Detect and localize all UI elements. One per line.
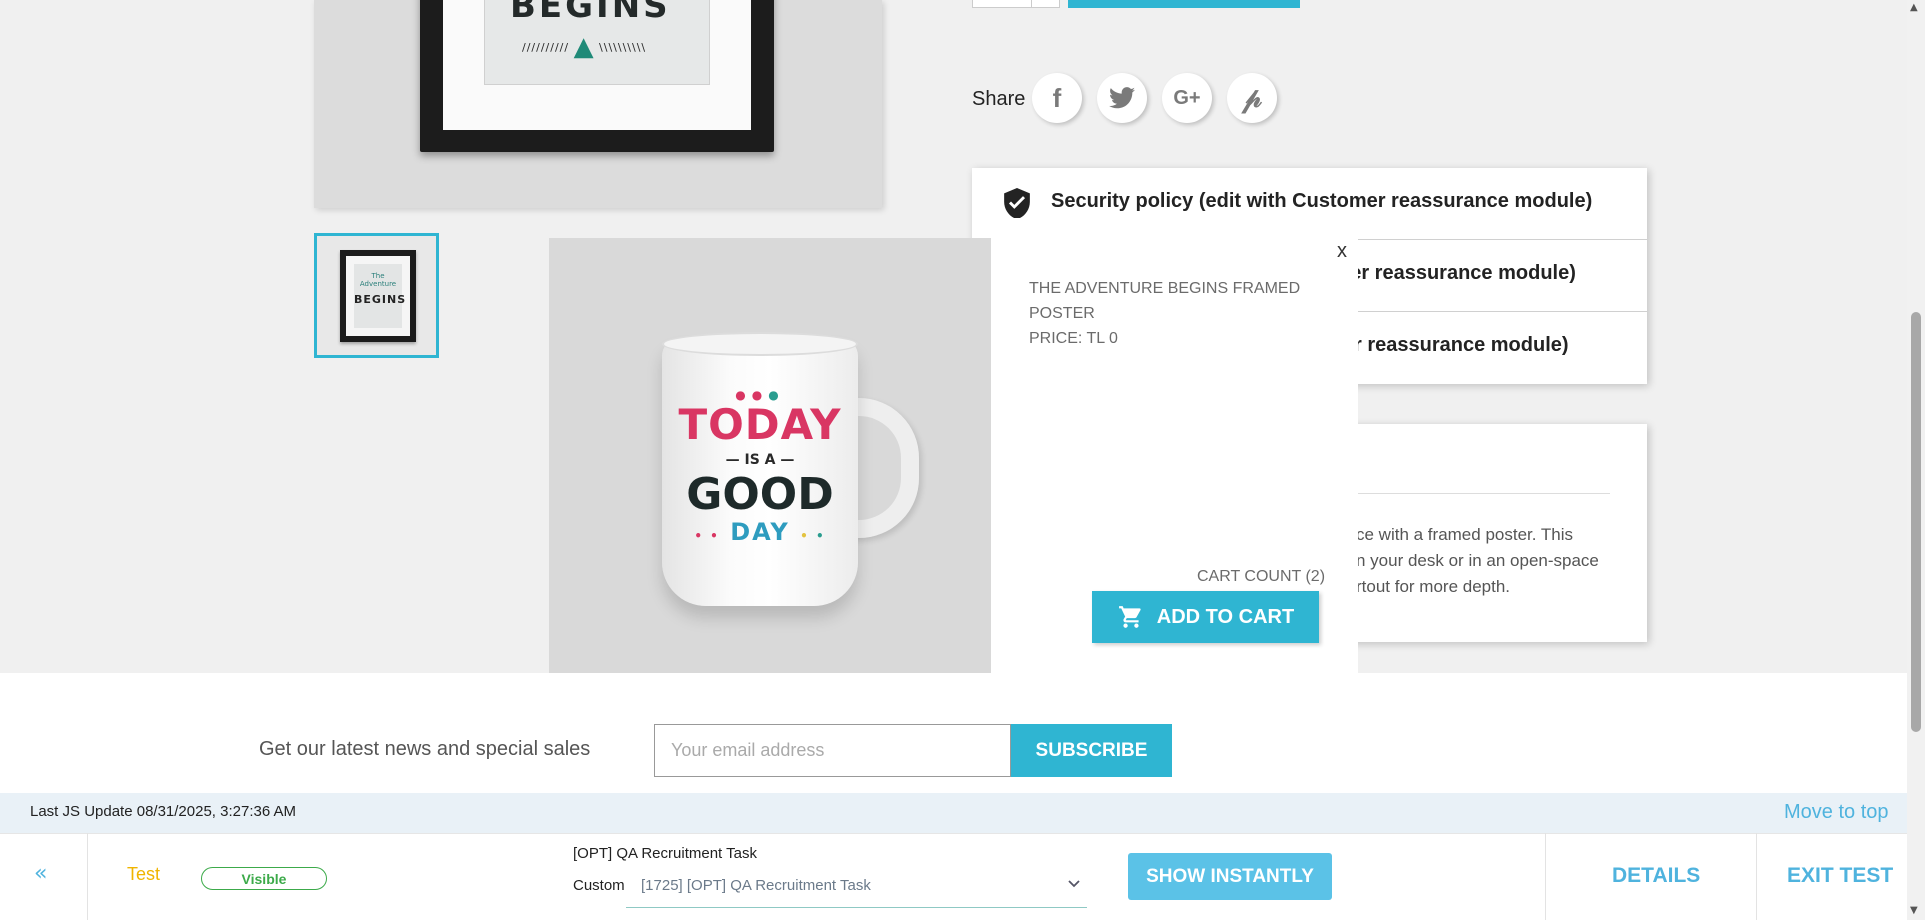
- exit-test-button[interactable]: EXIT TEST: [1787, 864, 1893, 888]
- modal-product-info: THE ADVENTURE BEGINS FRAMED POSTER PRICE…: [1029, 276, 1329, 351]
- google-plus-share-button[interactable]: G+: [1162, 73, 1212, 123]
- description-divider: [1355, 493, 1610, 494]
- panel-divider: [1756, 833, 1757, 920]
- pinterest-icon: 𝓅: [1242, 81, 1262, 114]
- pinterest-share-button[interactable]: 𝓅: [1227, 73, 1277, 123]
- visible-status-badge: Visible: [201, 867, 327, 890]
- last-js-update: Last JS Update 08/31/2025, 3:27:36 AM: [30, 803, 297, 820]
- modal-add-to-cart-button[interactable]: ADD TO CART: [1092, 591, 1319, 643]
- add-to-cart-button-main[interactable]: [1068, 0, 1300, 8]
- custom-label: Custom: [573, 877, 625, 894]
- subscribe-button[interactable]: SUBSCRIBE: [1011, 724, 1172, 777]
- twitter-icon: [1109, 87, 1135, 109]
- thumbnail-big-text: BEGINS: [354, 292, 407, 306]
- modal-product-image: ●●● TODAY — IS A — GOOD • • DAY • •: [549, 238, 991, 680]
- reassurance-item-label: Security policy (edit with Customer reas…: [1051, 190, 1593, 212]
- quantity-divider: [1031, 0, 1032, 8]
- mug-text-is-a: — IS A —: [725, 452, 795, 469]
- poster-decoration: ////////// ▲ \\\\\\\\\\: [522, 32, 647, 62]
- mug-text-good: GOOD: [686, 469, 834, 521]
- reassurance-item-security: Security policy (edit with Customer reas…: [972, 168, 1647, 240]
- quick-view-modal: ●●● TODAY — IS A — GOOD • • DAY • • x TH…: [549, 238, 1358, 680]
- cart-count: CART COUNT (2): [1197, 568, 1326, 585]
- twitter-share-button[interactable]: [1097, 73, 1147, 123]
- modal-product-title-line2: POSTER: [1029, 305, 1095, 322]
- facebook-share-button[interactable]: f: [1032, 73, 1082, 123]
- share-label: Share: [972, 88, 1026, 110]
- test-label: Test: [127, 864, 161, 884]
- mug-text-today: TODAY: [678, 400, 842, 449]
- mug-print: ●●● TODAY — IS A — GOOD • • DAY • •: [662, 388, 858, 546]
- mug-text-day: DAY: [730, 518, 790, 547]
- thumbnail-frame: The Adventure BEGINS: [340, 250, 416, 342]
- newsletter-text: Get our latest news and special sales: [259, 738, 591, 760]
- poster-title-text: BEGINS: [510, 0, 671, 26]
- modal-add-to-cart-label: ADD TO CART: [1156, 605, 1295, 628]
- product-thumbnail[interactable]: The Adventure BEGINS: [314, 233, 439, 358]
- modal-product-price: PRICE: TL 0: [1029, 330, 1118, 347]
- chevron-down-icon: [1068, 880, 1080, 888]
- panel-divider: [1545, 833, 1546, 920]
- scroll-up-arrow-icon[interactable]: ▲: [1910, 2, 1918, 13]
- collapse-panel-icon[interactable]: «: [34, 861, 47, 886]
- google-plus-icon: G+: [1173, 86, 1201, 109]
- mug-text-day-row: • • DAY • •: [694, 518, 826, 547]
- facebook-icon: f: [1052, 82, 1062, 113]
- modal-close-button[interactable]: x: [1337, 240, 1347, 263]
- shield-check-icon: [1004, 188, 1030, 218]
- shopping-cart-icon: [1118, 606, 1141, 628]
- variation-select-value: [1725] [OPT] QA Recruitment Task: [641, 877, 871, 894]
- mug-rim: [662, 332, 858, 356]
- scrollbar-thumb[interactable]: [1911, 312, 1921, 732]
- variation-select[interactable]: [1725] [OPT] QA Recruitment Task: [626, 872, 1087, 908]
- reassurance-item-label: ner reassurance module): [1338, 262, 1576, 284]
- thumbnail-art: The Adventure BEGINS: [354, 264, 407, 328]
- thumbnail-small-text: The Adventure: [359, 272, 397, 289]
- mug-text-is-a-label: IS A: [744, 452, 776, 469]
- reassurance-item-label: r reassurance module): [1354, 334, 1569, 356]
- newsletter-email-input[interactable]: [654, 724, 1011, 777]
- product-description-text: ce with a framed poster. This n your des…: [1356, 525, 1599, 596]
- modal-product-title-line1: THE ADVENTURE BEGINS FRAMED: [1029, 280, 1301, 297]
- quantity-input[interactable]: [972, 0, 1060, 8]
- details-button[interactable]: DETAILS: [1612, 864, 1700, 888]
- panel-divider: [87, 833, 88, 920]
- optimization-title: [OPT] QA Recruitment Task: [573, 845, 757, 862]
- show-instantly-button[interactable]: SHOW INSTANTLY: [1128, 853, 1332, 900]
- thumbnail-mat: The Adventure BEGINS: [346, 256, 410, 336]
- scroll-down-arrow-icon[interactable]: ▼: [1910, 905, 1918, 916]
- move-to-top-link[interactable]: Move to top: [1784, 801, 1889, 824]
